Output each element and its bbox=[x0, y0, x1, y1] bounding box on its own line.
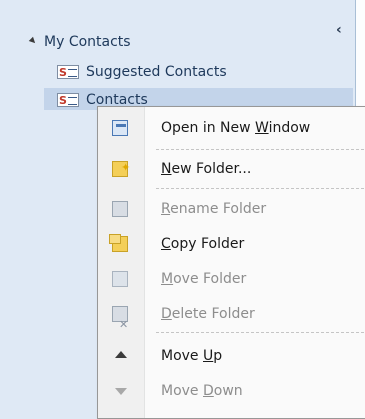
delete-folder-icon bbox=[112, 306, 128, 340]
collapse-pane-icon[interactable]: ‹ bbox=[336, 22, 342, 38]
group-label: My Contacts bbox=[44, 34, 131, 50]
group-my-contacts[interactable]: My Contacts bbox=[28, 30, 131, 54]
menu-item-rename-folder: Rename Folder bbox=[98, 194, 365, 224]
rename-folder-icon bbox=[112, 201, 128, 217]
menu-item-copy-folder[interactable]: Copy Folder bbox=[98, 229, 365, 259]
menu-separator bbox=[156, 332, 364, 333]
move-folder-icon bbox=[112, 271, 128, 287]
new-folder-icon bbox=[112, 153, 130, 183]
menu-item-move-down: Move Down bbox=[98, 376, 365, 406]
menu-item-move-up[interactable]: Move Up bbox=[98, 341, 365, 371]
menu-item-open-in-new-window[interactable]: Open in New Window bbox=[98, 113, 365, 143]
menu-separator bbox=[156, 149, 364, 150]
menu-item-delete-folder: Delete Folder bbox=[98, 299, 365, 340]
menu-item-label: New Folder... bbox=[161, 161, 252, 177]
menu-separator bbox=[156, 188, 364, 189]
folder-label: Suggested Contacts bbox=[86, 64, 227, 80]
menu-item-label: Copy Folder bbox=[161, 236, 245, 252]
menu-item-label: Open in New Window bbox=[161, 120, 311, 136]
folder-suggested-contacts[interactable]: Suggested Contacts bbox=[57, 60, 227, 85]
menu-item-label: Move Folder bbox=[161, 271, 247, 287]
menu-item-label: Move Down bbox=[161, 383, 243, 399]
folder-context-menu: Open in New Window New Folder... Rename … bbox=[97, 106, 365, 419]
arrow-up-icon bbox=[115, 351, 127, 358]
menu-item-new-folder[interactable]: New Folder... bbox=[98, 153, 365, 184]
contact-card-icon bbox=[57, 89, 79, 113]
window-icon bbox=[112, 120, 128, 136]
expand-triangle-icon[interactable] bbox=[28, 36, 38, 46]
menu-item-label: Delete Folder bbox=[161, 306, 255, 322]
arrow-down-icon bbox=[115, 388, 127, 395]
menu-item-label: Move Up bbox=[161, 348, 223, 364]
menu-item-label: Rename Folder bbox=[161, 201, 267, 217]
contact-card-icon bbox=[57, 61, 79, 85]
copy-folder-icon bbox=[109, 234, 128, 252]
menu-item-move-folder: Move Folder bbox=[98, 264, 365, 294]
